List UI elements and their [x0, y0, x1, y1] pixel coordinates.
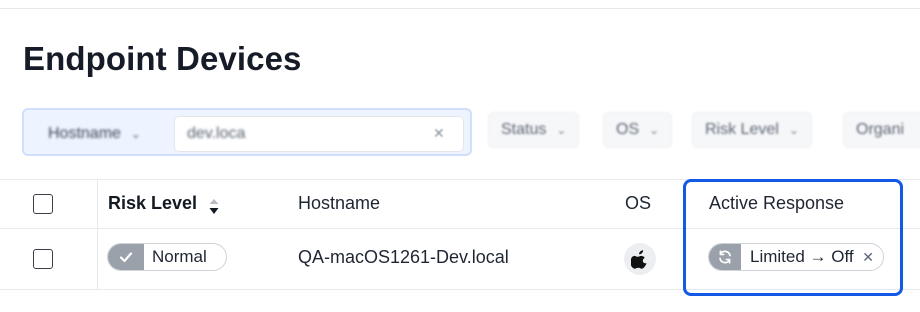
search-input[interactable]: dev.loca ✕ — [174, 116, 464, 152]
filter-os-label: OS — [616, 121, 640, 138]
select-all-checkbox[interactable] — [33, 194, 53, 214]
chevron-down-icon: ⌄ — [130, 127, 141, 141]
page-title: Endpoint Devices — [23, 40, 302, 77]
filter-organization[interactable]: Organi — [843, 112, 920, 148]
search-input-value: dev.loca — [187, 125, 246, 142]
column-header-hostname[interactable]: Hostname — [298, 193, 380, 214]
column-header-active-response[interactable]: Active Response — [709, 193, 844, 214]
hostname-cell[interactable]: QA-macOS1261-Dev.local — [298, 247, 509, 268]
chevron-down-icon: ⌄ — [649, 123, 660, 137]
column-divider — [97, 228, 98, 289]
apple-icon — [624, 243, 656, 275]
clear-icon[interactable]: ✕ — [433, 126, 447, 140]
check-icon — [108, 244, 144, 270]
filter-status-label: Status — [501, 121, 547, 138]
table-row[interactable]: Normal QA-macOS1261-Dev.local Limited → … — [0, 228, 920, 290]
table-header-row: Risk Level Hostname OS Active Response — [0, 179, 920, 229]
column-header-risk-level[interactable]: Risk Level — [108, 193, 197, 214]
column-divider — [97, 180, 98, 228]
remove-icon[interactable]: ✕ — [862, 250, 874, 264]
chevron-down-icon: ⌄ — [556, 123, 567, 137]
filter-organization-label: Organi — [856, 121, 905, 138]
column-header-os[interactable]: OS — [625, 193, 651, 214]
risk-level-badge: Normal — [107, 243, 227, 271]
search-field-selector[interactable]: Hostname ⌄ — [48, 116, 182, 152]
row-checkbox[interactable] — [33, 249, 53, 269]
search-field-label: Hostname — [48, 125, 121, 142]
sort-icon[interactable] — [208, 195, 220, 217]
refresh-icon — [709, 244, 741, 270]
filter-status[interactable]: Status ⌄ — [488, 112, 580, 148]
chevron-down-icon: ⌄ — [788, 123, 799, 137]
filter-risk-level-label: Risk Level — [705, 121, 779, 138]
filter-risk-level[interactable]: Risk Level ⌄ — [692, 112, 812, 148]
top-divider — [0, 8, 920, 9]
search-group: Hostname ⌄ dev.loca ✕ — [22, 108, 472, 156]
active-response-chip[interactable]: Limited → Off ✕ — [708, 243, 884, 271]
filter-bar: Hostname ⌄ dev.loca ✕ Status ⌄ OS ⌄ Risk L… — [0, 106, 920, 158]
risk-level-label: Normal — [152, 247, 207, 266]
active-response-label: Limited → Off — [750, 247, 854, 266]
filter-os[interactable]: OS ⌄ — [603, 112, 673, 148]
